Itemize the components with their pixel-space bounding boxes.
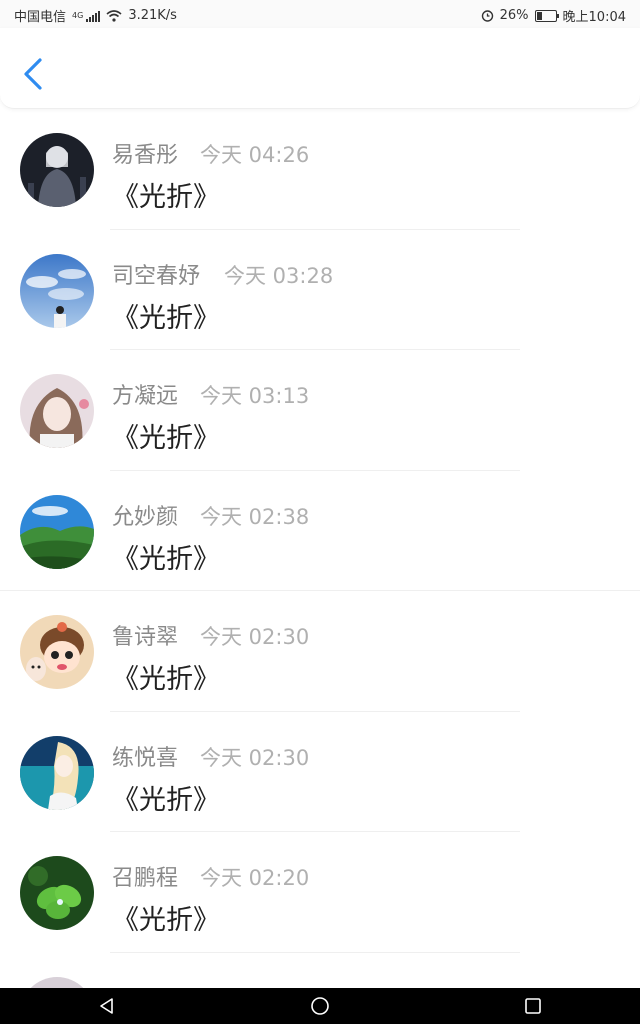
comment-text: 《光折》 xyxy=(112,423,220,454)
status-time: 晚上10:04 xyxy=(562,10,626,25)
comment-time: 今天 03:28 xyxy=(224,263,334,288)
avatar[interactable] xyxy=(20,615,94,689)
network-speed: 3.21K/s xyxy=(128,8,177,23)
avatar[interactable] xyxy=(20,856,94,930)
nav-home-button[interactable] xyxy=(300,991,340,1021)
comment-text: 《光折》 xyxy=(112,302,220,334)
list-item[interactable]: 允妙颜 今天 02:38 《光折》 xyxy=(0,471,640,591)
back-triangle-icon xyxy=(99,998,113,1014)
list-item[interactable]: 方凝远 今天 03:13 《光折》 xyxy=(0,350,640,471)
network-type-label: 4G xyxy=(72,11,84,20)
chevron-left-icon xyxy=(24,58,42,90)
home-circle-icon xyxy=(311,997,329,1015)
battery-icon xyxy=(534,9,559,22)
nav-recent-button[interactable] xyxy=(513,991,553,1021)
commenter-name[interactable]: 易香彤 xyxy=(112,137,178,169)
comment-time: 今天 02:30 xyxy=(200,745,310,770)
battery-percent: 26% xyxy=(499,8,529,23)
comment-text: 《光折》 xyxy=(112,664,220,695)
list-item[interactable] xyxy=(0,953,640,989)
carrier-label: 中国电信 xyxy=(14,10,67,25)
comment-time: 今天 04:26 xyxy=(200,143,310,167)
commenter-name[interactable]: 召鹏程 xyxy=(112,860,178,892)
comment-text: 《光折》 xyxy=(112,784,220,816)
list-item[interactable]: 鲁诗翠 今天 02:30 《光折》 xyxy=(0,591,640,712)
avatar[interactable] xyxy=(20,494,94,569)
list-item[interactable]: 易香彤 今天 04:26 《光折》 xyxy=(0,109,640,230)
avatar[interactable] xyxy=(20,253,94,328)
commenter-name[interactable]: 允妙颜 xyxy=(112,499,178,531)
alarm-icon xyxy=(481,10,493,22)
comment-time: 今天 03:13 xyxy=(200,384,310,408)
list-item[interactable]: 练悦喜 今天 02:30 《光折》 xyxy=(0,712,640,832)
top-bar xyxy=(0,28,640,109)
avatar[interactable] xyxy=(20,374,94,448)
comment-text: 《光折》 xyxy=(112,905,220,936)
system-nav-bar xyxy=(0,988,640,1024)
back-button[interactable] xyxy=(18,56,50,92)
commenter-name[interactable]: 司空春妤 xyxy=(112,258,200,290)
commenter-name[interactable]: 鲁诗翠 xyxy=(112,619,178,651)
signal-icon xyxy=(86,10,101,22)
status-bar: 中国电信 4G 3.21K/s 26% 晚上10:04 xyxy=(0,0,640,28)
avatar[interactable] xyxy=(20,976,94,989)
nav-back-button[interactable] xyxy=(87,991,127,1021)
comment-text: 《光折》 xyxy=(112,182,220,213)
list-item[interactable]: 司空春妤 今天 03:28 《光折》 xyxy=(0,230,640,350)
comment-list: 易香彤 今天 04:26 《光折》 司空春妤 今天 03:28 《光折》 方凝远… xyxy=(0,109,640,989)
wifi-icon xyxy=(106,9,122,22)
comment-time: 今天 02:30 xyxy=(200,625,310,649)
avatar[interactable] xyxy=(20,133,94,207)
avatar[interactable] xyxy=(20,735,94,810)
commenter-name[interactable]: 练悦喜 xyxy=(112,740,178,772)
comment-text: 《光折》 xyxy=(112,543,220,575)
recent-square-icon xyxy=(525,998,542,1014)
commenter-name[interactable]: 方凝远 xyxy=(112,378,178,410)
list-item[interactable]: 召鹏程 今天 02:20 《光折》 xyxy=(0,832,640,953)
comment-time: 今天 02:38 xyxy=(200,504,310,529)
comment-time: 今天 02:20 xyxy=(200,866,310,890)
